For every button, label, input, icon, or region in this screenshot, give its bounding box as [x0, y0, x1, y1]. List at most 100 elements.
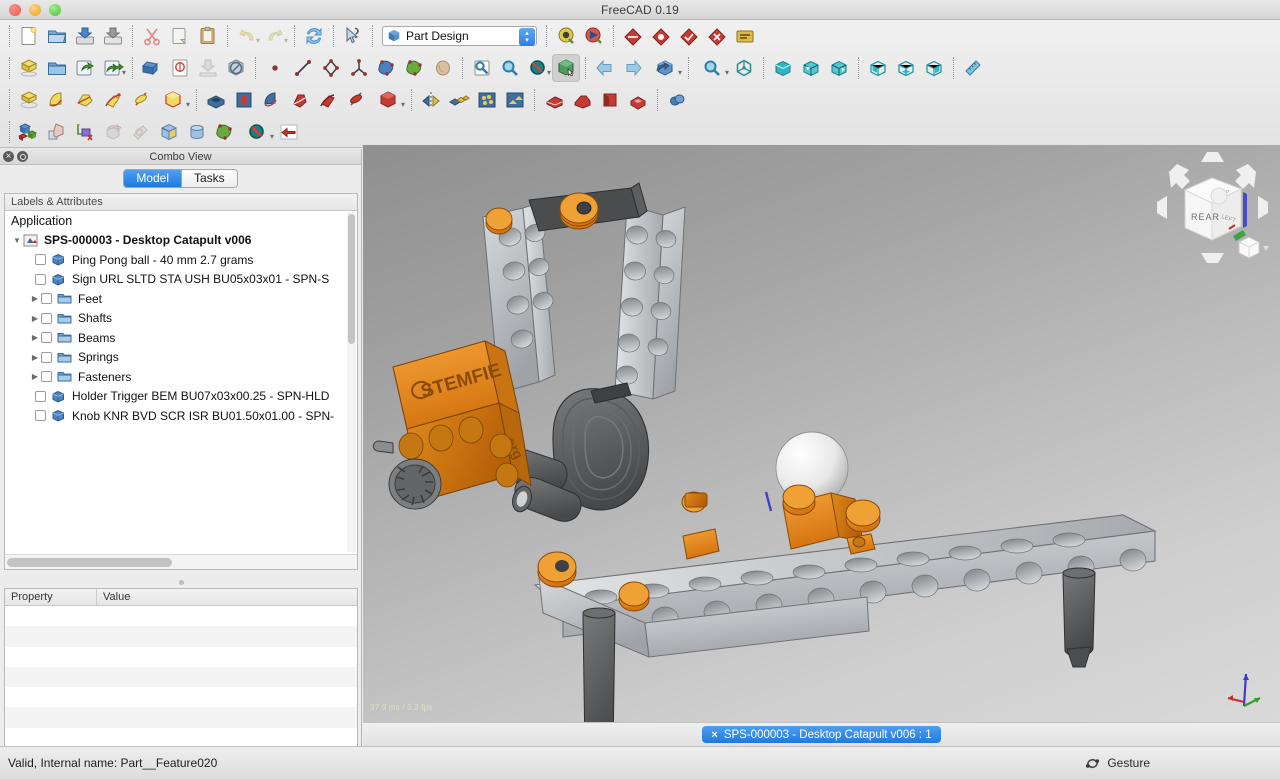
tree-item-checkbox[interactable]: [35, 391, 46, 402]
navigation-cube[interactable]: REAR TOP LEFT: [1155, 150, 1270, 265]
part-cylinder-button[interactable]: [183, 118, 211, 146]
draw-style-as-is-button[interactable]: [552, 54, 580, 82]
mirrored-button[interactable]: [417, 86, 445, 114]
axonometric-button[interactable]: [730, 54, 758, 82]
create-line-button[interactable]: [289, 54, 317, 82]
std-measure-button[interactable]: [619, 22, 647, 50]
polar-pattern-button[interactable]: [473, 86, 501, 114]
std-measure-refresh-button[interactable]: [675, 22, 703, 50]
chevron-down-icon[interactable]: ▼: [11, 236, 23, 245]
chamfer-button[interactable]: [568, 86, 596, 114]
create-group-button[interactable]: [43, 54, 71, 82]
tree-item-fasteners[interactable]: ▶ Fasteners: [5, 367, 357, 387]
create-body-button[interactable]: [138, 54, 166, 82]
chevron-down-icon[interactable]: ▾: [725, 69, 729, 77]
workbench-selector[interactable]: Part Design ▴▾: [382, 26, 537, 46]
bottom-view-button[interactable]: [892, 54, 920, 82]
tab-model[interactable]: Model: [124, 170, 182, 187]
property-row[interactable]: [5, 667, 357, 687]
chevron-down-icon[interactable]: ▾: [256, 37, 260, 45]
property-row[interactable]: [5, 647, 357, 667]
tree-item-checkbox[interactable]: [35, 274, 46, 285]
scrollbar-thumb[interactable]: [7, 558, 172, 567]
top-view-button[interactable]: [797, 54, 825, 82]
part-box-button[interactable]: [155, 118, 183, 146]
additive-primitive-button[interactable]: ▾: [155, 86, 191, 114]
chevron-down-icon[interactable]: ▾: [122, 69, 126, 77]
tree-item-checkbox[interactable]: [41, 293, 52, 304]
paste-button[interactable]: [194, 22, 222, 50]
std-measure-clear-button[interactable]: [703, 22, 731, 50]
zoom-sketch-button[interactable]: [496, 54, 524, 82]
chevron-right-icon[interactable]: ▶: [29, 353, 41, 362]
attach-sketch-button[interactable]: [194, 54, 222, 82]
property-row[interactable]: [5, 626, 357, 646]
create-assembly-button[interactable]: [15, 118, 43, 146]
document-tab[interactable]: × SPS-000003 - Desktop Catapult v006 : 1: [702, 726, 940, 743]
navigation-mode-indicator[interactable]: Gesture: [1085, 756, 1150, 771]
tree-item-document[interactable]: ▼ SPS-000003 - Desktop Catapult v006: [5, 231, 357, 251]
tree-item-shafts[interactable]: ▶ Shafts: [5, 309, 357, 329]
hole-button[interactable]: [230, 86, 258, 114]
shape-green-button[interactable]: [211, 118, 239, 146]
refresh-button[interactable]: [300, 22, 328, 50]
undo-button[interactable]: ▾: [233, 22, 261, 50]
make-link-button[interactable]: [71, 54, 99, 82]
whats-this-button[interactable]: [339, 22, 367, 50]
tree-horizontal-scrollbar[interactable]: [5, 554, 357, 569]
std-measure-toggle-all-button[interactable]: [731, 22, 759, 50]
tree-item-sign-url[interactable]: Sign URL SLTD STA USH BU05x03x01 - SPN-S: [5, 270, 357, 290]
additive-loft-button[interactable]: [71, 86, 99, 114]
tree-item-ping-pong-ball[interactable]: Ping Pong ball - 40 mm 2.7 grams: [5, 250, 357, 270]
fillet-button[interactable]: [540, 86, 568, 114]
create-datum-button[interactable]: [345, 54, 373, 82]
back-arrow-button[interactable]: [275, 118, 303, 146]
macro-record-button[interactable]: [552, 22, 580, 50]
chevron-down-icon[interactable]: ▾: [547, 69, 551, 77]
std-measure-toggle-button[interactable]: [647, 22, 675, 50]
chevron-down-icon[interactable]: ▾: [401, 101, 405, 109]
property-row[interactable]: [5, 606, 357, 626]
tree-item-checkbox[interactable]: [41, 371, 52, 382]
thickness-button[interactable]: [624, 86, 652, 114]
chevron-down-icon[interactable]: ▾: [186, 101, 190, 109]
shape-binder-button[interactable]: [373, 54, 401, 82]
tree-item-checkbox[interactable]: [35, 254, 46, 265]
subtractive-pipe-button[interactable]: [314, 86, 342, 114]
copy-button[interactable]: [166, 22, 194, 50]
fit-all-button[interactable]: ▾: [694, 54, 730, 82]
nav-back-button[interactable]: [591, 54, 619, 82]
workbench-stepper-icon[interactable]: ▴▾: [519, 28, 535, 46]
tree-item-beams[interactable]: ▶ Beams: [5, 328, 357, 348]
forbid-button[interactable]: ▾: [239, 118, 275, 146]
redo-button[interactable]: ▾: [261, 22, 289, 50]
panel-splitter[interactable]: [0, 577, 362, 587]
chevron-down-icon[interactable]: ▾: [284, 37, 288, 45]
tab-tasks[interactable]: Tasks: [182, 170, 237, 187]
measure-distance-button[interactable]: [959, 54, 987, 82]
create-point-button[interactable]: [261, 54, 289, 82]
tree-item-springs[interactable]: ▶ Springs: [5, 348, 357, 368]
tree-item-holder-trigger[interactable]: Holder Trigger BEM BU07x03x00.25 - SPN-H…: [5, 387, 357, 407]
chevron-down-icon[interactable]: ▾: [678, 69, 682, 77]
measure-assembly-button[interactable]: [127, 118, 155, 146]
edit-sketch-button[interactable]: [468, 54, 496, 82]
cut-button[interactable]: [138, 22, 166, 50]
rear-view-button[interactable]: [864, 54, 892, 82]
subtractive-helix-button[interactable]: [342, 86, 370, 114]
close-icon[interactable]: ×: [711, 729, 717, 741]
revolution-button[interactable]: [43, 86, 71, 114]
draft-button[interactable]: [596, 86, 624, 114]
create-part-button[interactable]: [15, 54, 43, 82]
validate-sketch-button[interactable]: [222, 54, 250, 82]
chevron-right-icon[interactable]: ▶: [29, 372, 41, 381]
move-part-button[interactable]: [99, 118, 127, 146]
tree-item-checkbox[interactable]: [41, 352, 52, 363]
clone-button[interactable]: [429, 54, 457, 82]
open-document-button[interactable]: [43, 22, 71, 50]
no-draw-style-button[interactable]: ▾: [524, 54, 552, 82]
multi-transform-button[interactable]: [501, 86, 529, 114]
chevron-right-icon[interactable]: ▶: [29, 294, 41, 303]
groove-button[interactable]: [258, 86, 286, 114]
pad-button[interactable]: [15, 86, 43, 114]
